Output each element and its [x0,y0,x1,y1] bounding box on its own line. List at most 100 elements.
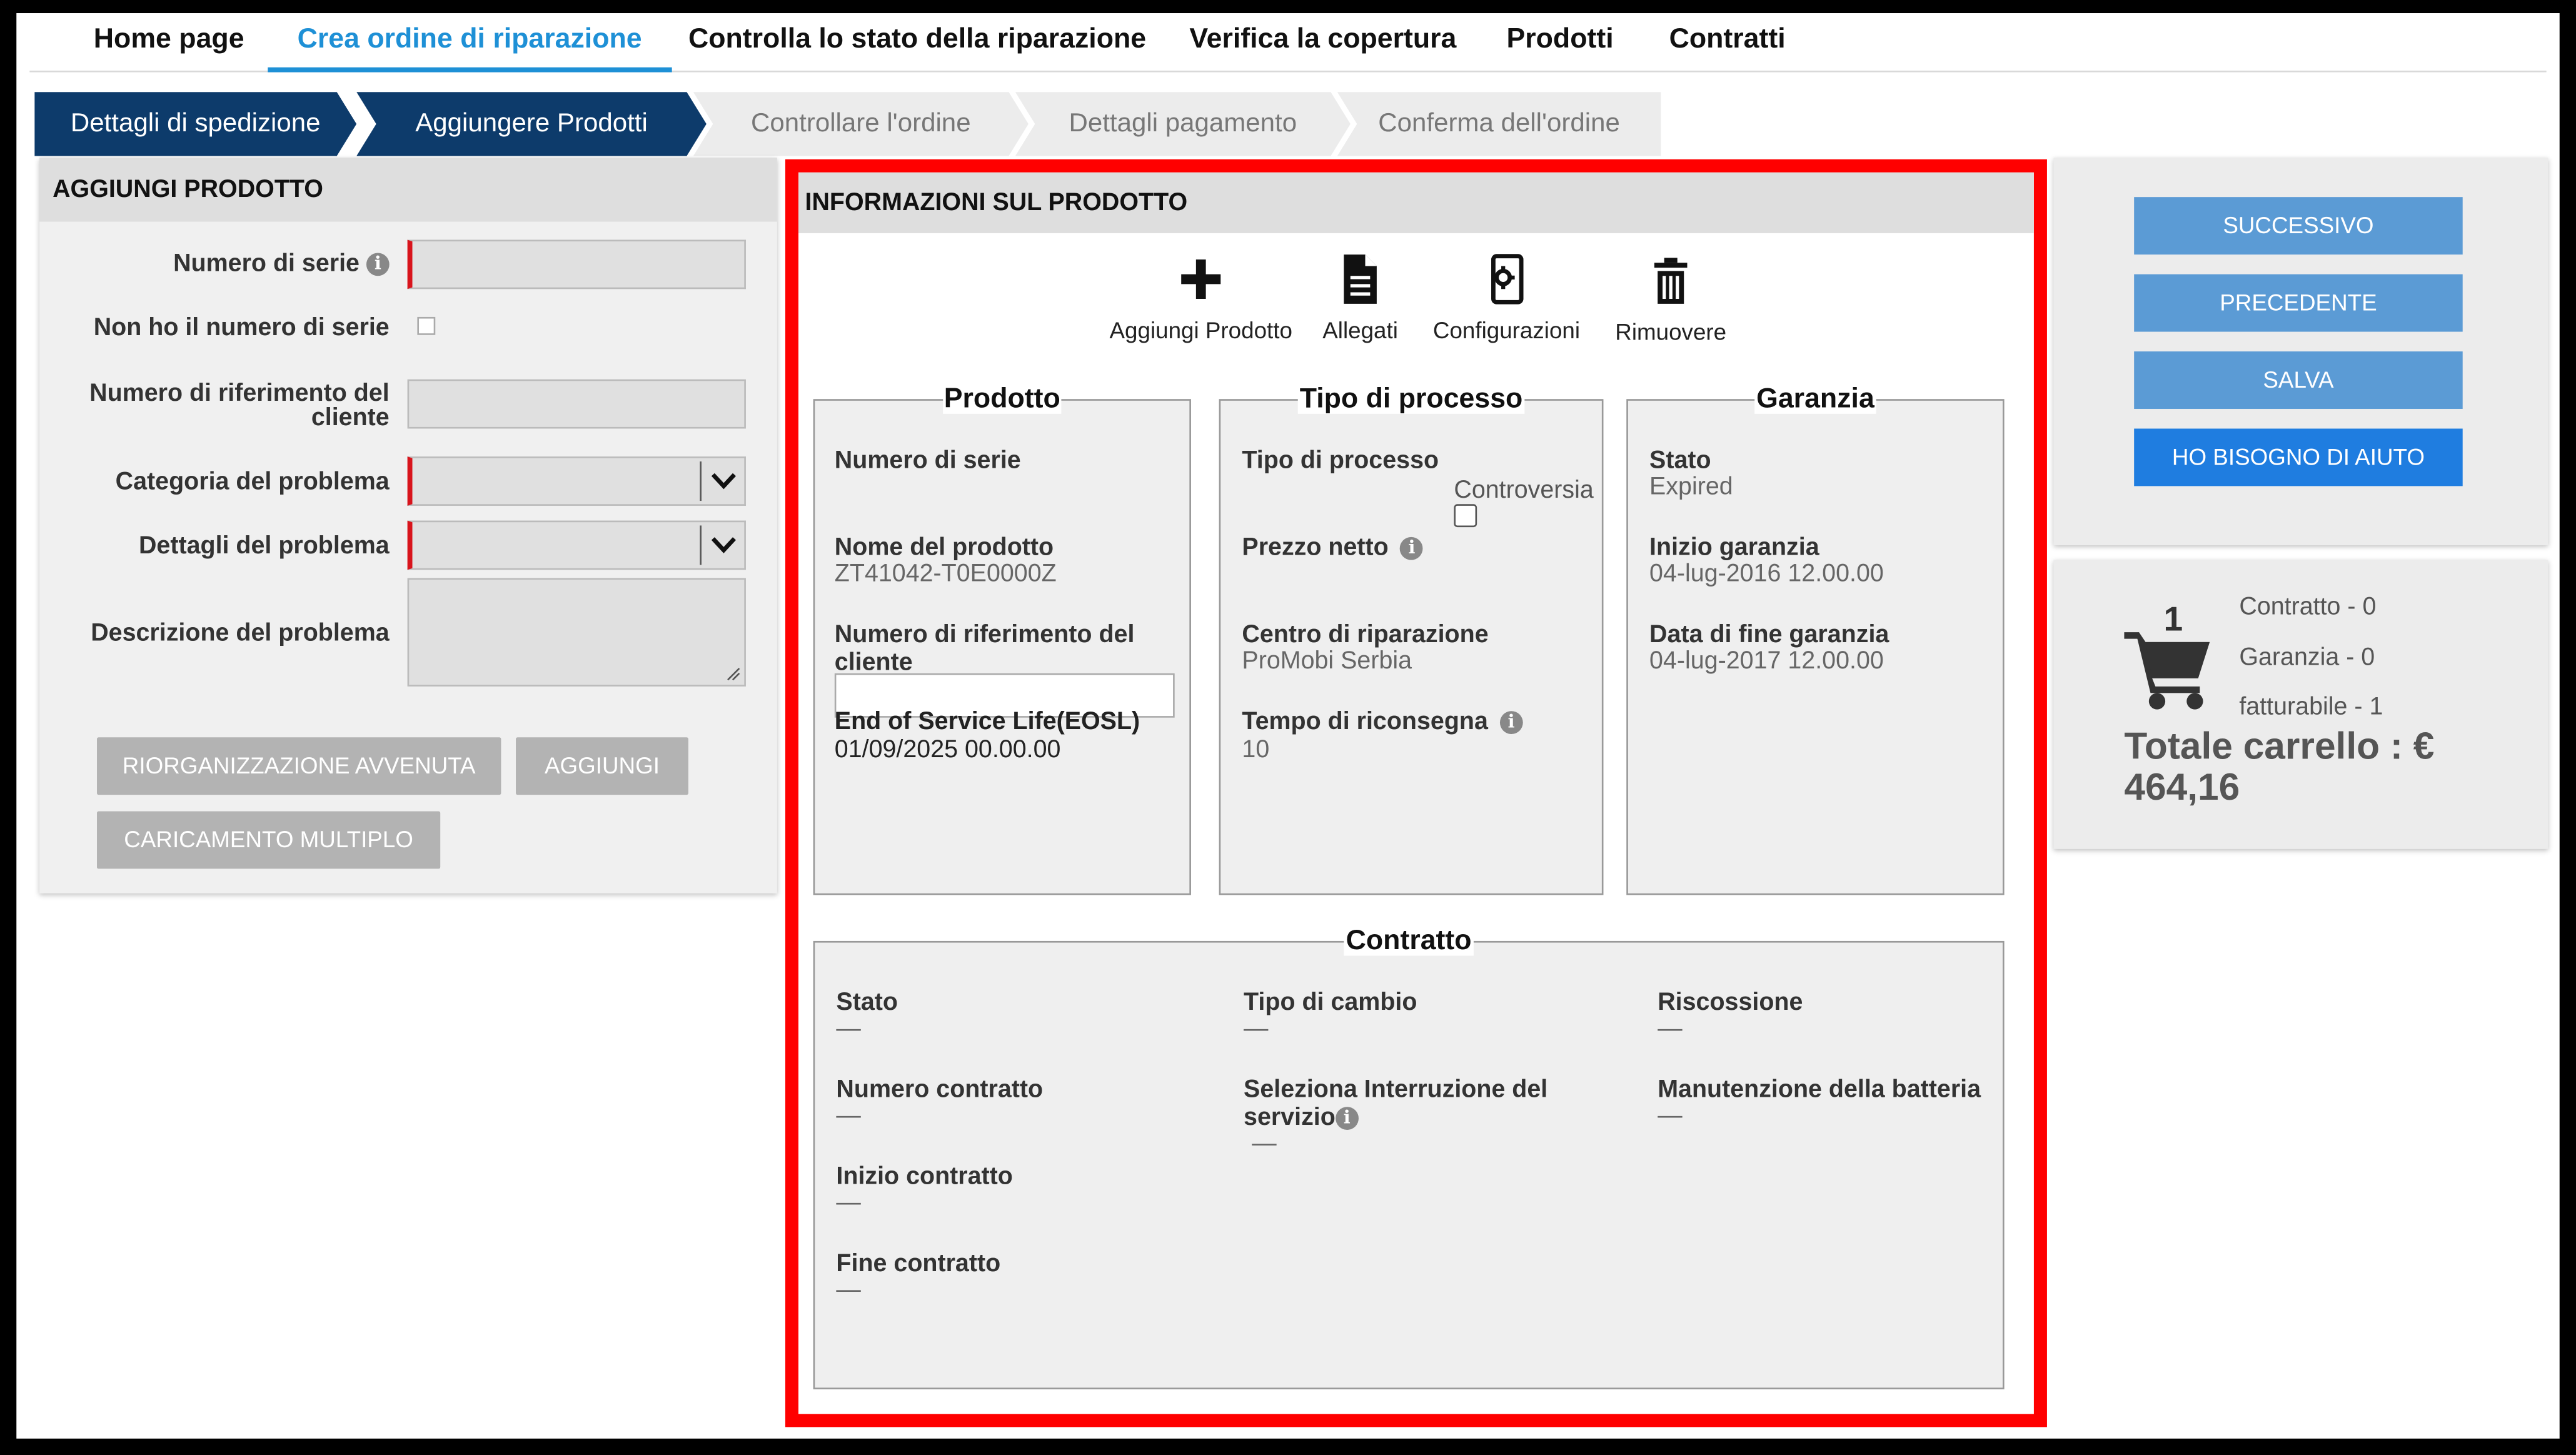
contract-number-value: — [836,1102,861,1130]
top-navigation: Home page Crea ordine di riparazione Con… [29,13,2547,73]
no-serial-label: Non ho il numero di serie [93,313,390,342]
nav-home[interactable]: Home page [64,13,273,73]
bulk-upload-button[interactable]: CARICAMENTO MULTIPLO [97,811,441,869]
cart-billable-count: fatturabile - 1 [2239,693,2383,721]
product-name-label: Nome del prodotto [834,533,1054,562]
product-info-panel: INFORMAZIONI SUL PRODOTTO Aggiungi Prodo… [798,172,2034,1414]
process-box-title: Tipo di processo [1220,382,1602,416]
problem-details-select[interactable] [407,520,746,570]
turnaround-label: Tempo di riconsegna i [1242,707,1523,736]
turnaround-label-text: Tempo di riconsegna [1242,707,1488,736]
attachments-tool[interactable]: Allegati [1314,253,1406,343]
nav-repair-status[interactable]: Controlla lo stato della riparazione [659,13,1176,73]
exchange-type-value: — [1244,1015,1269,1043]
next-button[interactable]: SUCCESSIVO [2134,197,2463,255]
page: Home page Crea ordine di riparazione Con… [16,13,2560,1439]
step-payment-details: Dettagli pagamento [1015,92,1351,156]
step-review-order: Controllare l'ordine [693,92,1029,156]
nav-check-coverage[interactable]: Verifica la copertura [1160,13,1486,73]
service-interruption-label: Seleziona Interruzione del servizio i [1244,1075,1547,1131]
reorganization-button[interactable]: RIORGANIZZAZIONE AVVENUTA [97,737,501,795]
problem-category-select[interactable] [407,456,746,506]
product-ref-label-line2: cliente [834,648,913,677]
configurations-tool-label: Configurazioni [1432,316,1581,343]
cart-contract-count: Contratto - 0 [2239,593,2377,621]
add-product-title: AGGIUNGI PRODOTTO [39,158,777,222]
add-product-tool[interactable]: Aggiungi Prodotto [1109,253,1293,343]
contract-box-title: Contratto [815,924,2003,958]
cart-total-value: 464,16 [2124,765,2240,808]
product-name-value: ZT41042-T0E0000Z [834,560,1057,588]
configurations-tool[interactable]: Configurazioni [1429,253,1584,343]
product-ref-label: Numero di riferimento del cliente [835,621,1135,677]
battery-maintenance-label: Manutenzione della batteria [1658,1075,1981,1104]
product-info-title: INFORMAZIONI SUL PRODOTTO [798,172,2034,233]
repair-center-value: ProMobi Serbia [1242,647,1412,675]
problem-category-label: Categoria del problema [115,468,390,496]
save-button[interactable]: SALVA [2134,351,2463,409]
dispute-checkbox[interactable] [1454,504,1477,528]
service-interruption-value: — [1252,1129,1277,1158]
warranty-end-label: Data di fine garanzia [1649,620,1889,649]
previous-button[interactable]: PRECEDENTE [2134,274,2463,332]
contract-status-label: Stato [836,989,898,1017]
warranty-box-title: Garanzia [1628,382,2003,416]
collection-value: — [1658,1015,1683,1043]
no-serial-checkbox[interactable] [417,316,436,335]
warranty-start-value: 04-lug-2016 12.00.00 [1649,560,1884,588]
info-icon[interactable]: i [366,253,390,276]
repair-center-label: Centro di riparazione [1242,620,1489,649]
eosl-value: 01/09/2025 00.00.00 [834,735,1061,764]
product-box-title-text: Prodotto [942,382,1062,414]
serial-number-label: Numero di serie i [173,251,390,276]
product-box: Prodotto Numero di serie Nome del prodot… [813,382,1191,895]
dispute-label: Controversia [1454,476,1594,505]
nav-contracts[interactable]: Contratti [1639,13,1815,73]
serial-number-label-text: Numero di serie [173,249,360,278]
product-box-title: Prodotto [815,382,1189,416]
warranty-box-title-text: Garanzia [1754,382,1876,414]
contract-start-value: — [836,1189,861,1217]
info-icon[interactable]: i [1400,536,1424,560]
process-box: Tipo di processo Tipo di processo Contro… [1219,382,1604,895]
process-type-label: Tipo di processo [1242,446,1439,475]
warranty-status-value: Expired [1649,473,1733,501]
nav-products[interactable]: Prodotti [1477,13,1643,73]
step-order-confirmation: Conferma dell'ordine [1337,92,1661,156]
info-icon[interactable]: i [1499,711,1523,735]
step-shipping-details[interactable]: Dettagli di spedizione [34,92,356,156]
step-add-products[interactable]: Aggiungere Prodotti [356,92,707,156]
device-gear-icon [1491,254,1524,305]
exchange-type-label: Tipo di cambio [1244,989,1417,1017]
add-button[interactable]: AGGIUNGI [516,737,688,795]
warranty-start-label: Inizio garanzia [1649,533,1819,562]
problem-description-textarea[interactable] [407,578,746,687]
shopping-cart-icon[interactable] [2121,626,2213,712]
contract-box-title-text: Contratto [1344,924,1474,956]
trash-icon [1654,258,1688,304]
problem-details-label: Dettagli del problema [138,531,390,560]
cart-warranty-count: Garanzia - 0 [2239,643,2375,672]
problem-description-label: Descrizione del problema [91,619,390,647]
customer-ref-label-line1: Numero di riferimento del [89,379,390,408]
warranty-status-label: Stato [1649,446,1711,475]
nav-create-repair-order[interactable]: Crea ordine di riparazione [268,13,672,73]
remove-tool[interactable]: Rimuovere [1613,254,1728,345]
serial-number-input[interactable] [407,239,746,289]
attachments-tool-label: Allegati [1322,316,1398,343]
help-button[interactable]: HO BISOGNO DI AIUTO [2134,428,2463,486]
contract-end-value: — [836,1276,861,1304]
info-icon[interactable]: i [1335,1107,1359,1130]
product-info-highlight: INFORMAZIONI SUL PRODOTTO Aggiungi Prodo… [785,159,2047,1427]
cart-total-label: Totale carrello : € [2124,724,2435,767]
turnaround-value: 10 [1242,735,1270,764]
customer-ref-input[interactable] [407,379,746,429]
contract-start-label: Inizio contratto [836,1162,1013,1191]
cart-total: Totale carrello : € 464,16 [2124,724,2435,808]
eosl-label: End of Service Life(EOSL) [834,707,1140,736]
chevron-down-icon [700,461,744,501]
add-product-panel: AGGIUNGI PRODOTTO Numero di serie i Non … [39,158,777,894]
service-interruption-label-line2: servizio [1244,1103,1336,1132]
chevron-down-icon [700,525,744,565]
contract-end-label: Fine contratto [836,1249,1001,1278]
